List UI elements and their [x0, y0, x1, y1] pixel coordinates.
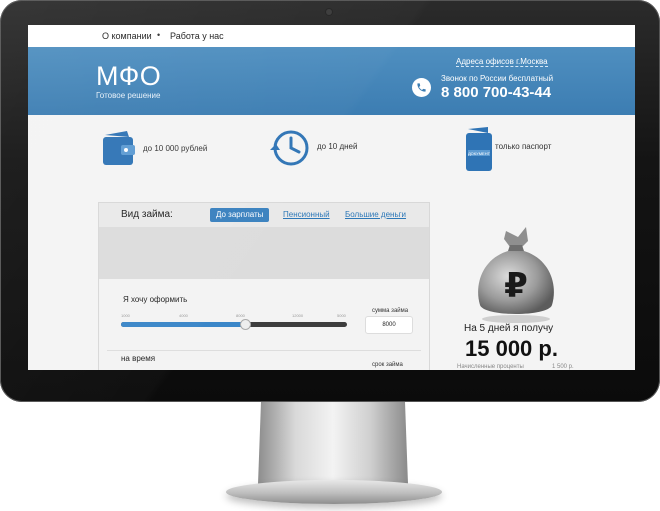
- panel-banner: [99, 227, 429, 279]
- nav-separator: •: [157, 30, 161, 40]
- phone-number[interactable]: 8 800 700-43-44: [441, 84, 551, 101]
- feature-amount: до 10 000 рублей: [143, 144, 208, 153]
- slider-handle[interactable]: [240, 319, 252, 330]
- slider-tick: 12000: [292, 313, 304, 318]
- site-header: МФО Готовое решение Адреса офисов г.Моск…: [28, 47, 635, 115]
- wallet-icon: [103, 131, 135, 165]
- nav-link-careers[interactable]: Работа у нас: [170, 31, 224, 41]
- free-call-note: Звонок по России бесплатный: [441, 74, 554, 83]
- tab-big-money[interactable]: Большие деньги: [339, 208, 412, 222]
- features-row: до 10 000 рублей до 10 дней ДОКУМЕНТ тол…: [28, 115, 635, 185]
- slider-fill: [121, 322, 246, 327]
- promo-amount: 15 000 р.: [465, 336, 558, 361]
- term-label: на время: [121, 354, 156, 363]
- slider-tick: 1000: [121, 313, 130, 318]
- tab-pension[interactable]: Пенсионный: [277, 208, 336, 222]
- loan-calculator: Вид займа: До зарплаты Пенсионный Больши…: [98, 202, 430, 370]
- phone-icon: [412, 78, 431, 97]
- loan-type-label: Вид займа:: [121, 209, 173, 220]
- site-logo[interactable]: МФО: [96, 61, 161, 92]
- feature-term: до 10 дней: [317, 142, 358, 151]
- slider-tick: 4000: [179, 313, 188, 318]
- amount-label: Я хочу оформить: [123, 295, 188, 304]
- passport-icon: ДОКУМЕНТ: [466, 127, 492, 171]
- term-caption: срок займа: [372, 362, 403, 368]
- loan-type-bar: Вид займа: До зарплаты Пенсионный Больши…: [99, 203, 429, 227]
- webcam: [326, 9, 332, 15]
- slider-tick: 5000: [337, 313, 346, 318]
- site-tagline: Готовое решение: [96, 91, 161, 100]
- monitor-base: [226, 480, 442, 504]
- amount-slider[interactable]: [121, 319, 347, 330]
- offices-link[interactable]: Адреса офисов г.Москва: [456, 57, 548, 67]
- section-divider: [107, 350, 421, 351]
- monitor-stand: [258, 402, 408, 484]
- nav-link-about[interactable]: О компании: [102, 31, 152, 41]
- money-bag-icon: ₽: [478, 227, 554, 323]
- slider-tick: 8000: [236, 313, 245, 318]
- promo-text: На 5 дней я получу: [464, 323, 554, 334]
- passport-caption: ДОКУМЕНТ: [468, 151, 491, 156]
- top-nav: О компании • Работа у нас: [28, 25, 635, 47]
- ruble-sign: ₽: [504, 266, 528, 306]
- accrued-label: Начисленные проценты: [457, 364, 524, 370]
- feature-documents: только паспорт: [495, 142, 552, 151]
- sum-label: сумма займа: [372, 308, 409, 314]
- sum-field[interactable]: 8000: [365, 316, 413, 334]
- clock-icon: [270, 130, 309, 166]
- website-screen: О компании • Работа у нас МФО Готовое ре…: [28, 25, 635, 370]
- accrued-value: 1 500 р.: [552, 364, 574, 370]
- tab-salary[interactable]: До зарплаты: [210, 208, 270, 222]
